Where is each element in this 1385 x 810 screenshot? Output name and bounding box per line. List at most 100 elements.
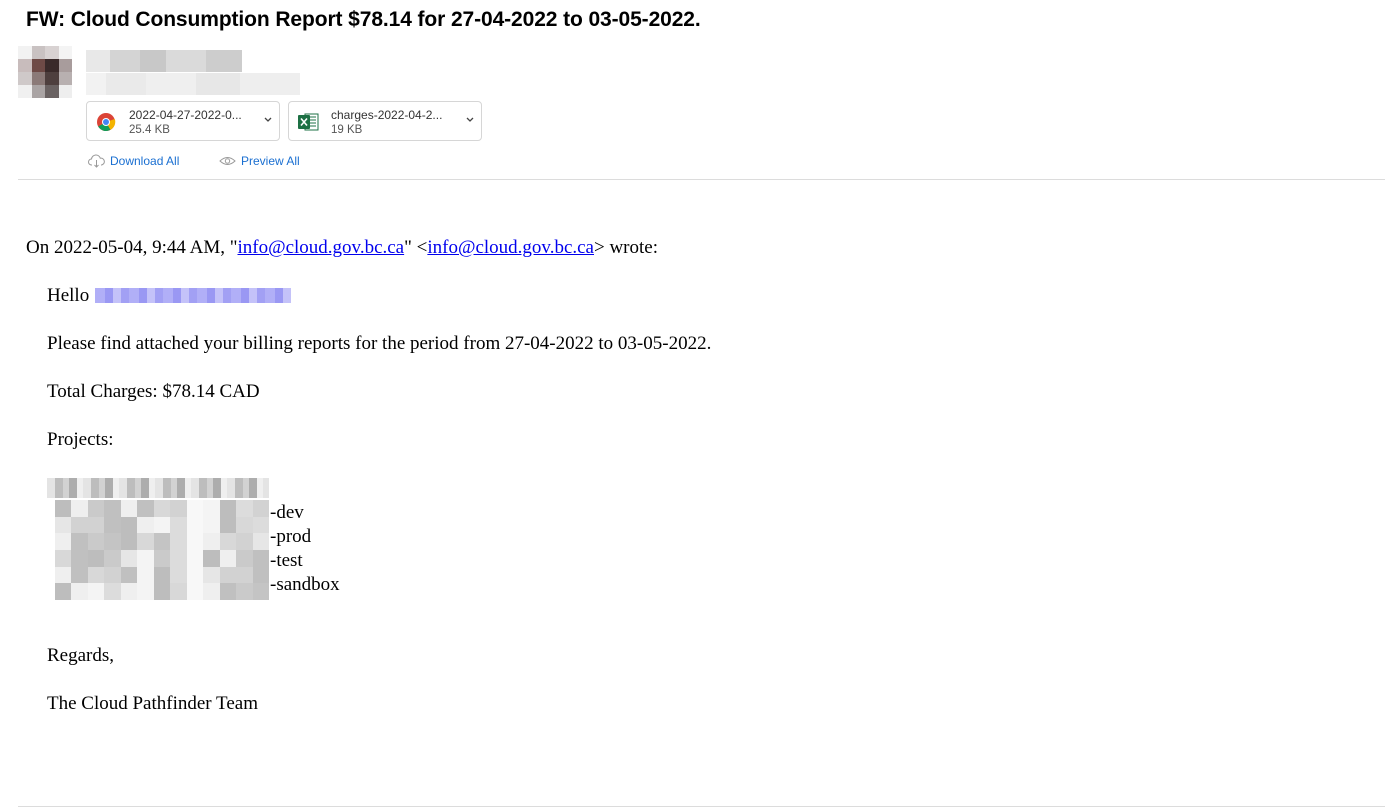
redaction-pixel: [219, 583, 237, 600]
redaction-pixel: [186, 516, 204, 534]
redaction-pixel: [104, 549, 121, 567]
sender-email-link[interactable]: info@cloud.gov.bc.ca: [237, 237, 404, 258]
redaction-pixel: [87, 566, 105, 584]
redaction-pixel: [71, 583, 88, 600]
sender-name-redacted: [86, 50, 242, 72]
redaction-pixel: [137, 566, 154, 584]
redaction-pixel: [137, 533, 154, 550]
attachment-name: charges-2022-04-2...: [331, 108, 443, 122]
redaction-pixel: [120, 549, 138, 567]
chevron-down-icon[interactable]: [263, 113, 273, 127]
attachment-size: 19 KB: [331, 124, 363, 136]
redaction-pixel: [71, 516, 88, 534]
redaction-pixel: [120, 500, 138, 517]
eye-icon: [219, 157, 236, 165]
redaction-pixel: [203, 533, 220, 550]
footer-divider: [18, 806, 1385, 807]
redaction-pixel: [71, 549, 88, 567]
redaction-pixel: [203, 516, 220, 534]
redaction-pixel: [252, 549, 269, 567]
quote-middle: " <: [404, 237, 428, 258]
redaction-pixel: [137, 500, 154, 517]
chevron-down-icon[interactable]: [465, 113, 475, 127]
redaction-pixel: [55, 516, 72, 534]
redaction-pixel: [120, 566, 138, 584]
project-list-redacted: [55, 500, 269, 600]
redaction-pixel: [252, 516, 269, 534]
redaction-pixel: [252, 500, 269, 517]
redaction-pixel: [55, 566, 72, 584]
redaction-pixel: [170, 583, 187, 600]
redaction-pixel: [104, 516, 121, 534]
redaction-pixel: [137, 583, 154, 600]
redaction-pixel: [186, 533, 204, 550]
excel-icon: [298, 113, 319, 131]
attachment-card-excel[interactable]: charges-2022-04-2... 19 KB: [288, 101, 482, 141]
redaction-pixel: [170, 566, 187, 584]
redaction-pixel: [55, 533, 72, 550]
quote-prefix: On 2022-05-04, 9:44 AM, ": [26, 237, 238, 258]
preview-all-label: Preview All: [241, 154, 300, 168]
redaction-pixel: [120, 533, 138, 550]
regards-text: Regards,: [47, 645, 115, 666]
redaction-pixel: [120, 583, 138, 600]
attachment-card-pdf[interactable]: 2022-04-27-2022-0... 25.4 KB: [86, 101, 280, 141]
redaction-pixel: [153, 516, 171, 534]
download-all-button[interactable]: Download All: [88, 152, 179, 170]
redaction-pixel: [236, 566, 253, 584]
sender-address-redacted: [86, 73, 300, 95]
redaction-pixel: [252, 583, 269, 600]
redaction-pixel: [104, 583, 121, 600]
sender-email-link-2[interactable]: info@cloud.gov.bc.ca: [427, 237, 594, 258]
redaction-pixel: [87, 549, 105, 567]
redaction-pixel: [87, 583, 105, 600]
signature-text: The Cloud Pathfinder Team: [47, 693, 258, 714]
redaction-pixel: [137, 516, 154, 534]
quote-suffix: > wrote:: [594, 237, 659, 258]
total-charges-text: Total Charges: $78.14 CAD: [47, 381, 260, 402]
redaction-pixel: [153, 583, 171, 600]
header-divider: [18, 179, 1385, 180]
preview-all-button[interactable]: Preview All: [219, 152, 300, 170]
redaction-pixel: [71, 533, 88, 550]
attachment-size: 25.4 KB: [129, 124, 170, 136]
redaction-pixel: [55, 549, 72, 567]
redaction-pixel: [153, 566, 171, 584]
redaction-pixel: [219, 549, 237, 567]
greeting-text: Hello: [47, 285, 90, 306]
email-subject: FW: Cloud Consumption Report $78.14 for …: [26, 8, 701, 31]
redaction-pixel: [186, 549, 204, 567]
redaction-pixel: [137, 549, 154, 567]
redaction-pixel: [153, 500, 171, 517]
redaction-pixel: [236, 533, 253, 550]
redaction-pixel: [252, 533, 269, 550]
redaction-pixel: [104, 500, 121, 517]
redaction-pixel: [120, 516, 138, 534]
redaction-pixel: [219, 566, 237, 584]
redaction-pixel: [236, 500, 253, 517]
billing-period-text: Please find attached your billing report…: [47, 333, 712, 354]
download-all-label: Download All: [110, 154, 180, 168]
redaction-pixel: [219, 500, 237, 517]
chrome-icon: [97, 113, 116, 132]
redaction-pixel: [55, 583, 72, 600]
redaction-pixel: [87, 516, 105, 534]
redaction-pixel: [55, 500, 72, 517]
redaction-pixel: [236, 583, 253, 600]
cloud-download-icon: [88, 154, 105, 168]
redaction-pixel: [153, 533, 171, 550]
project-name-redacted: [47, 478, 269, 498]
redaction-pixel: [186, 500, 204, 517]
project-suffix-dev: -dev: [270, 502, 304, 523]
redaction-pixel: [203, 583, 220, 600]
sender-avatar[interactable]: [18, 46, 72, 98]
project-suffix-sandbox: -sandbox: [270, 574, 340, 595]
redaction-pixel: [203, 500, 220, 517]
redaction-pixel: [153, 549, 171, 567]
recipient-name-redacted: [95, 287, 292, 303]
redaction-pixel: [87, 500, 105, 517]
project-suffix-test: -test: [270, 550, 303, 571]
redaction-pixel: [219, 516, 237, 534]
greeting-line: Hello: [47, 285, 292, 307]
redaction-pixel: [104, 533, 121, 550]
